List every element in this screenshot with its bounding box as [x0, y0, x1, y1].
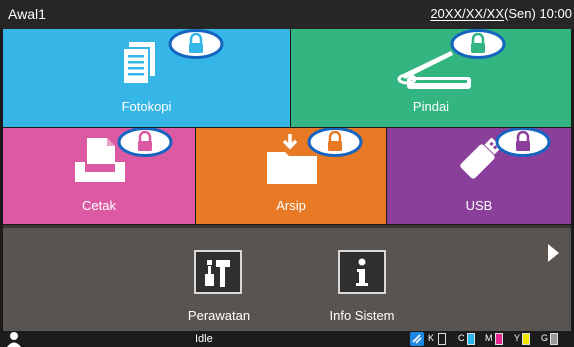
ink-g-code: G: [541, 333, 549, 343]
scan-tile[interactable]: Pindai: [291, 29, 571, 127]
lock-icon: [117, 128, 173, 158]
network-icon: [410, 332, 424, 346]
ink-y-code: Y: [514, 333, 521, 343]
next-page-arrow-icon[interactable]: [548, 244, 559, 262]
usb-tile[interactable]: USB: [387, 128, 571, 224]
machine-status: Idle: [195, 333, 213, 345]
store-tile[interactable]: Arsip: [196, 128, 386, 224]
ink-c-code: C: [458, 333, 465, 343]
lock-icon: [168, 29, 224, 60]
clock-time: 10:00: [539, 6, 572, 21]
scan-label: Pindai: [412, 99, 450, 114]
ink-c-level: [467, 333, 475, 345]
system-info-button[interactable]: [338, 250, 386, 294]
lock-icon: [307, 128, 363, 158]
maintenance-label: Perawatan: [187, 308, 251, 323]
ink-g-level: [550, 333, 558, 345]
lock-icon: [450, 29, 506, 60]
ink-k-level: [438, 333, 446, 345]
status-bar: Idle K C M Y G: [0, 331, 574, 347]
print-tile[interactable]: Cetak: [3, 128, 195, 224]
clock-day: (Sen): [504, 6, 536, 21]
user-icon[interactable]: [7, 331, 21, 347]
screen-title: Awal1: [8, 6, 46, 22]
copy-tile[interactable]: Fotokopi: [3, 29, 290, 127]
ink-m-code: M: [485, 333, 493, 343]
copy-icon: [122, 42, 155, 85]
tools-panel: [3, 225, 571, 331]
maintenance-button[interactable]: [194, 250, 242, 294]
usb-label: USB: [465, 198, 493, 213]
tools-icon: [205, 260, 230, 287]
clock: 20XX/XX/XX(Sen) 10:00: [430, 6, 572, 21]
ink-m-level: [495, 333, 503, 345]
copy-label: Fotokopi: [121, 99, 172, 114]
info-icon: [356, 258, 368, 286]
store-label: Arsip: [276, 198, 306, 213]
lock-icon: [495, 128, 551, 158]
ink-y-level: [522, 333, 530, 345]
top-bar: Awal1 20XX/XX/XX(Sen) 10:00: [0, 0, 574, 29]
clock-date: 20XX/XX/XX: [430, 6, 505, 21]
system-info-label: Info Sistem: [329, 308, 395, 323]
print-label: Cetak: [82, 198, 116, 213]
ink-k-code: K: [428, 333, 435, 343]
